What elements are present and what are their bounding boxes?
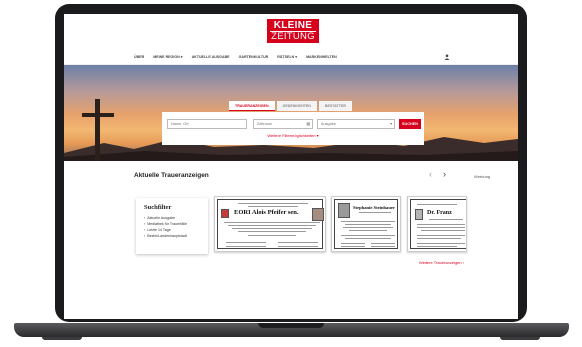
laptop-foot-left: [42, 337, 82, 340]
card-text-line: [359, 212, 391, 213]
chevron-down-icon: ▾: [295, 55, 298, 59]
search-filter-box: Suchfilter Aktuelle Ausgabe Mediathek fü…: [136, 198, 208, 254]
chevron-down-icon: ▾: [390, 122, 392, 126]
card-text-line: [343, 227, 393, 228]
card-text-line: [417, 235, 465, 236]
portrait-photo: [338, 203, 350, 218]
filter-item[interactable]: Bezirk/Landeshauptstadt: [144, 233, 200, 239]
card-text-line: [429, 219, 463, 220]
edition-select[interactable]: Ausgabe ▾: [317, 119, 395, 129]
card-text-line: [341, 243, 365, 244]
nav-item-gartenkultur[interactable]: Gartenkultur: [239, 52, 269, 62]
carousel-prev-icon[interactable]: ‹: [429, 169, 432, 179]
coat-of-arms-icon: [221, 209, 229, 218]
nav-item-ueber[interactable]: Über: [134, 52, 144, 62]
logo-line-2: ZEITUNG: [270, 31, 316, 42]
calendar-icon: ▦: [306, 122, 310, 126]
card-text-line: [226, 246, 266, 247]
obituary-card[interactable]: EORI Alois Pfeifer sen.: [214, 196, 326, 252]
nav-item-meine-region[interactable]: Meine Region ▾: [153, 52, 182, 62]
more-filters-label: Weitere Filtermöglichkeiten: [267, 133, 316, 138]
card-border: Stephanie Steinbauer: [334, 199, 398, 249]
laptop-notch: [258, 323, 324, 328]
portrait-photo: [312, 208, 324, 221]
card-text-line: [238, 203, 308, 204]
edition-placeholder: Ausgabe: [321, 122, 336, 126]
search-panel: Name, Ort Zeitraum ▦ Ausgabe ▾ SUCHEN We…: [162, 112, 424, 145]
card-text-line: [248, 235, 296, 236]
nav-item-label: Meine Region: [153, 55, 180, 59]
browser-screen: KLEINE ZEITUNG Über Meine Region ▾ Aktue…: [64, 14, 518, 319]
logo-line-1: KLEINE: [273, 20, 313, 31]
date-range-placeholder: Zeitraum: [257, 122, 272, 126]
card-name: Stephanie Steinbauer: [353, 205, 395, 210]
card-text-line: [417, 227, 465, 228]
date-range-field[interactable]: Zeitraum ▦: [253, 119, 313, 129]
filter-title: Suchfilter: [144, 204, 172, 211]
card-text-line: [417, 246, 457, 247]
card-text-line: [278, 246, 318, 247]
portrait-photo: [415, 209, 423, 220]
nav-item-label: Rätseln: [277, 55, 295, 59]
carousel-next-icon[interactable]: ›: [443, 169, 446, 179]
search-tabs: Traueranzeigen Gedenkseiten Bestatter: [229, 101, 352, 111]
chevron-right-icon: ›: [462, 260, 465, 265]
card-text-line: [341, 221, 395, 222]
card-border: EORI Alois Pfeifer sen.: [217, 199, 324, 249]
card-text-line: [238, 231, 306, 232]
laptop-mockup: KLEINE ZEITUNG Über Meine Region ▾ Aktue…: [0, 0, 582, 347]
card-text-line: [421, 230, 465, 231]
card-name: EORI Alois Pfeifer sen.: [234, 209, 299, 216]
card-text-line: [417, 243, 465, 244]
kleine-zeitung-logo[interactable]: KLEINE ZEITUNG: [267, 19, 319, 43]
card-text-line: [345, 224, 391, 225]
user-icon[interactable]: [444, 54, 450, 60]
name-search-input[interactable]: Name, Ort: [167, 119, 247, 129]
ad-label: Werbung: [474, 174, 491, 179]
card-text-line: [349, 230, 387, 231]
card-text-line: [232, 228, 312, 229]
card-name: Dr. Franz: [427, 210, 452, 216]
more-filters-link[interactable]: Weitere Filtermöglichkeiten ▾: [162, 133, 424, 138]
card-text-line: [228, 225, 316, 226]
card-text-line: [224, 222, 320, 223]
more-obituaries-link[interactable]: Weitere Traueranzeigen ›: [419, 260, 464, 265]
main-navigation: Über Meine Region ▾ Aktuelle Ausgabe Gar…: [134, 52, 337, 62]
nav-item-raetseln[interactable]: Rätseln ▾: [277, 52, 297, 62]
tab-bestatter[interactable]: Bestatter: [318, 101, 352, 111]
card-text-line: [341, 235, 395, 236]
nav-item-markenwelten[interactable]: Markenwelten: [306, 52, 337, 62]
card-text-line: [226, 242, 266, 243]
card-border: Dr. Franz: [410, 199, 466, 249]
card-text-line: [371, 243, 395, 244]
search-button[interactable]: SUCHEN: [399, 119, 421, 129]
card-text-line: [417, 204, 457, 205]
chevron-down-icon: ▾: [180, 55, 183, 59]
card-text-line: [248, 206, 298, 207]
obituary-card[interactable]: Stephanie Steinbauer: [331, 196, 401, 252]
card-text-line: [417, 238, 461, 239]
tab-traueranzeigen[interactable]: Traueranzeigen: [229, 101, 275, 111]
tab-gedenkseiten[interactable]: Gedenkseiten: [276, 101, 317, 111]
card-text-line: [417, 224, 465, 225]
more-obituaries-label: Weitere Traueranzeigen: [419, 260, 462, 265]
nav-item-aktuelle-ausgabe[interactable]: Aktuelle Ausgabe: [192, 52, 230, 62]
obituary-card[interactable]: Dr. Franz: [407, 196, 467, 252]
card-text-line: [278, 242, 318, 243]
section-title: Aktuelle Traueranzeigen: [134, 172, 209, 179]
card-text-line: [371, 246, 395, 247]
laptop-foot-right: [500, 337, 540, 340]
card-text-line: [341, 246, 365, 247]
card-text-line: [345, 238, 391, 239]
chevron-down-icon: ▾: [316, 133, 319, 138]
